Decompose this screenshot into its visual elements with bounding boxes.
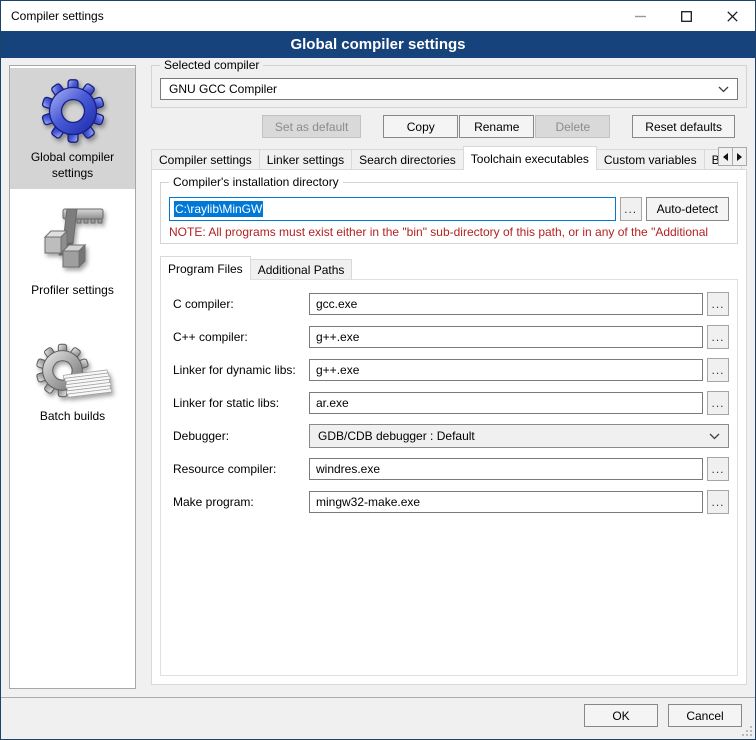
tab-toolchain-executables[interactable]: Toolchain executables xyxy=(463,146,597,170)
page-title: Global compiler settings xyxy=(1,31,755,58)
tab-custom-variables[interactable]: Custom variables xyxy=(596,149,705,169)
selected-compiler-group-label: Selected compiler xyxy=(160,58,263,72)
tab-scroll-right-button[interactable] xyxy=(732,147,747,166)
program-files-tab-control: Program Files Additional Paths C compile… xyxy=(160,256,738,676)
maximize-icon xyxy=(681,11,692,22)
sidebar-item-profiler-settings[interactable]: Profiler settings xyxy=(10,195,135,307)
sub-tab-strip: Program Files Additional Paths xyxy=(160,256,738,279)
main-panel: Selected compiler GNU GCC Compiler Set a… xyxy=(151,65,747,697)
linker-dynamic-input[interactable] xyxy=(309,359,703,381)
close-icon xyxy=(727,11,738,22)
settings-category-list: Global compiler settings xyxy=(9,65,136,689)
tab-scroll-buttons xyxy=(719,147,747,166)
resource-compiler-input[interactable] xyxy=(309,458,703,480)
linker-dynamic-label: Linker for dynamic libs: xyxy=(173,363,309,377)
blue-gear-icon xyxy=(38,76,108,146)
debugger-label: Debugger: xyxy=(173,429,309,443)
close-button[interactable] xyxy=(709,1,755,31)
gray-gear-stack-icon xyxy=(33,343,113,405)
installation-directory-row: C:\raylib\MinGW ... Auto-detect xyxy=(169,197,729,221)
reset-defaults-button[interactable]: Reset defaults xyxy=(632,115,735,138)
copy-button[interactable]: Copy xyxy=(383,115,458,138)
minimize-button[interactable] xyxy=(617,1,663,31)
chevron-down-icon xyxy=(709,433,720,440)
installation-directory-input[interactable]: C:\raylib\MinGW xyxy=(169,197,616,221)
compiler-select[interactable]: GNU GCC Compiler xyxy=(160,78,738,100)
resize-grip[interactable] xyxy=(742,726,752,736)
chevron-down-icon xyxy=(718,86,729,93)
arrow-left-icon xyxy=(723,153,728,161)
make-program-row: Make program: ... xyxy=(173,490,729,514)
linker-dynamic-browse-button[interactable]: ... xyxy=(707,358,729,382)
linker-static-label: Linker for static libs: xyxy=(173,396,309,410)
resource-compiler-row: Resource compiler: ... xyxy=(173,457,729,481)
cpp-compiler-input[interactable] xyxy=(309,326,703,348)
minimize-icon xyxy=(635,11,646,22)
dialog-footer: OK Cancel xyxy=(1,697,755,739)
linker-static-input[interactable] xyxy=(309,392,703,414)
cpp-compiler-label: C++ compiler: xyxy=(173,330,309,344)
c-compiler-label: C compiler: xyxy=(173,297,309,311)
toolchain-executables-page: Compiler's installation directory C:\ray… xyxy=(151,169,747,685)
c-compiler-input[interactable] xyxy=(309,293,703,315)
compiler-settings-dialog: Compiler settings Global compiler settin… xyxy=(0,0,756,740)
tab-compiler-settings[interactable]: Compiler settings xyxy=(151,149,260,169)
make-program-input[interactable] xyxy=(309,491,703,513)
cpp-compiler-row: C++ compiler: ... xyxy=(173,325,729,349)
dialog-body: Global compiler settings xyxy=(1,58,755,697)
window-controls xyxy=(617,1,755,31)
debugger-row: Debugger: GDB/CDB debugger : Default xyxy=(173,424,729,448)
debugger-select-value: GDB/CDB debugger : Default xyxy=(318,429,475,443)
auto-detect-button[interactable]: Auto-detect xyxy=(646,197,729,221)
compiler-select-value: GNU GCC Compiler xyxy=(169,82,277,96)
bin-subdirectory-note: NOTE: All programs must exist either in … xyxy=(169,225,729,239)
sidebar-item-label: Global compiler settings xyxy=(14,150,131,181)
debugger-select[interactable]: GDB/CDB debugger : Default xyxy=(309,424,729,448)
tab-strip: Compiler settings Linker settings Search… xyxy=(151,146,747,169)
sidebar-item-batch-builds[interactable]: Batch builds xyxy=(10,335,135,433)
make-program-label: Make program: xyxy=(173,495,309,509)
ok-button[interactable]: OK xyxy=(584,704,658,727)
maximize-button[interactable] xyxy=(663,1,709,31)
sidebar-item-label: Batch builds xyxy=(40,409,105,425)
resource-compiler-browse-button[interactable]: ... xyxy=(707,457,729,481)
tab-additional-paths[interactable]: Additional Paths xyxy=(250,259,353,279)
rename-button[interactable]: Rename xyxy=(459,115,534,138)
tab-program-files[interactable]: Program Files xyxy=(160,256,251,280)
linker-static-browse-button[interactable]: ... xyxy=(707,391,729,415)
installation-directory-selected-text: C:\raylib\MinGW xyxy=(174,201,263,217)
installation-directory-group-label: Compiler's installation directory xyxy=(169,175,343,189)
c-compiler-row: C compiler: ... xyxy=(173,292,729,316)
compiler-tab-control: Compiler settings Linker settings Search… xyxy=(151,146,747,685)
tab-search-directories[interactable]: Search directories xyxy=(351,149,464,169)
window-title: Compiler settings xyxy=(1,9,104,23)
cancel-button[interactable]: Cancel xyxy=(668,704,742,727)
sidebar-item-global-compiler-settings[interactable]: Global compiler settings xyxy=(10,68,135,189)
installation-directory-browse-button[interactable]: ... xyxy=(620,197,642,221)
delete-button[interactable]: Delete xyxy=(535,115,610,138)
installation-directory-group: Compiler's installation directory C:\ray… xyxy=(160,182,738,244)
set-as-default-button[interactable]: Set as default xyxy=(262,115,361,138)
selected-compiler-group: Selected compiler GNU GCC Compiler xyxy=(151,65,747,108)
linker-dynamic-row: Linker for dynamic libs: ... xyxy=(173,358,729,382)
compiler-actions: Set as default Copy Rename Delete Reset … xyxy=(151,115,747,138)
titlebar: Compiler settings xyxy=(1,1,755,31)
caliper-icon xyxy=(37,203,109,279)
program-files-page: C compiler: ... C++ compiler: ... Linker xyxy=(160,279,738,676)
c-compiler-browse-button[interactable]: ... xyxy=(707,292,729,316)
tab-linker-settings[interactable]: Linker settings xyxy=(259,149,352,169)
linker-static-row: Linker for static libs: ... xyxy=(173,391,729,415)
tab-scroll-left-button[interactable] xyxy=(718,147,733,166)
make-program-browse-button[interactable]: ... xyxy=(707,490,729,514)
sidebar-item-label: Profiler settings xyxy=(31,283,114,299)
arrow-right-icon xyxy=(737,153,742,161)
cpp-compiler-browse-button[interactable]: ... xyxy=(707,325,729,349)
resource-compiler-label: Resource compiler: xyxy=(173,462,309,476)
